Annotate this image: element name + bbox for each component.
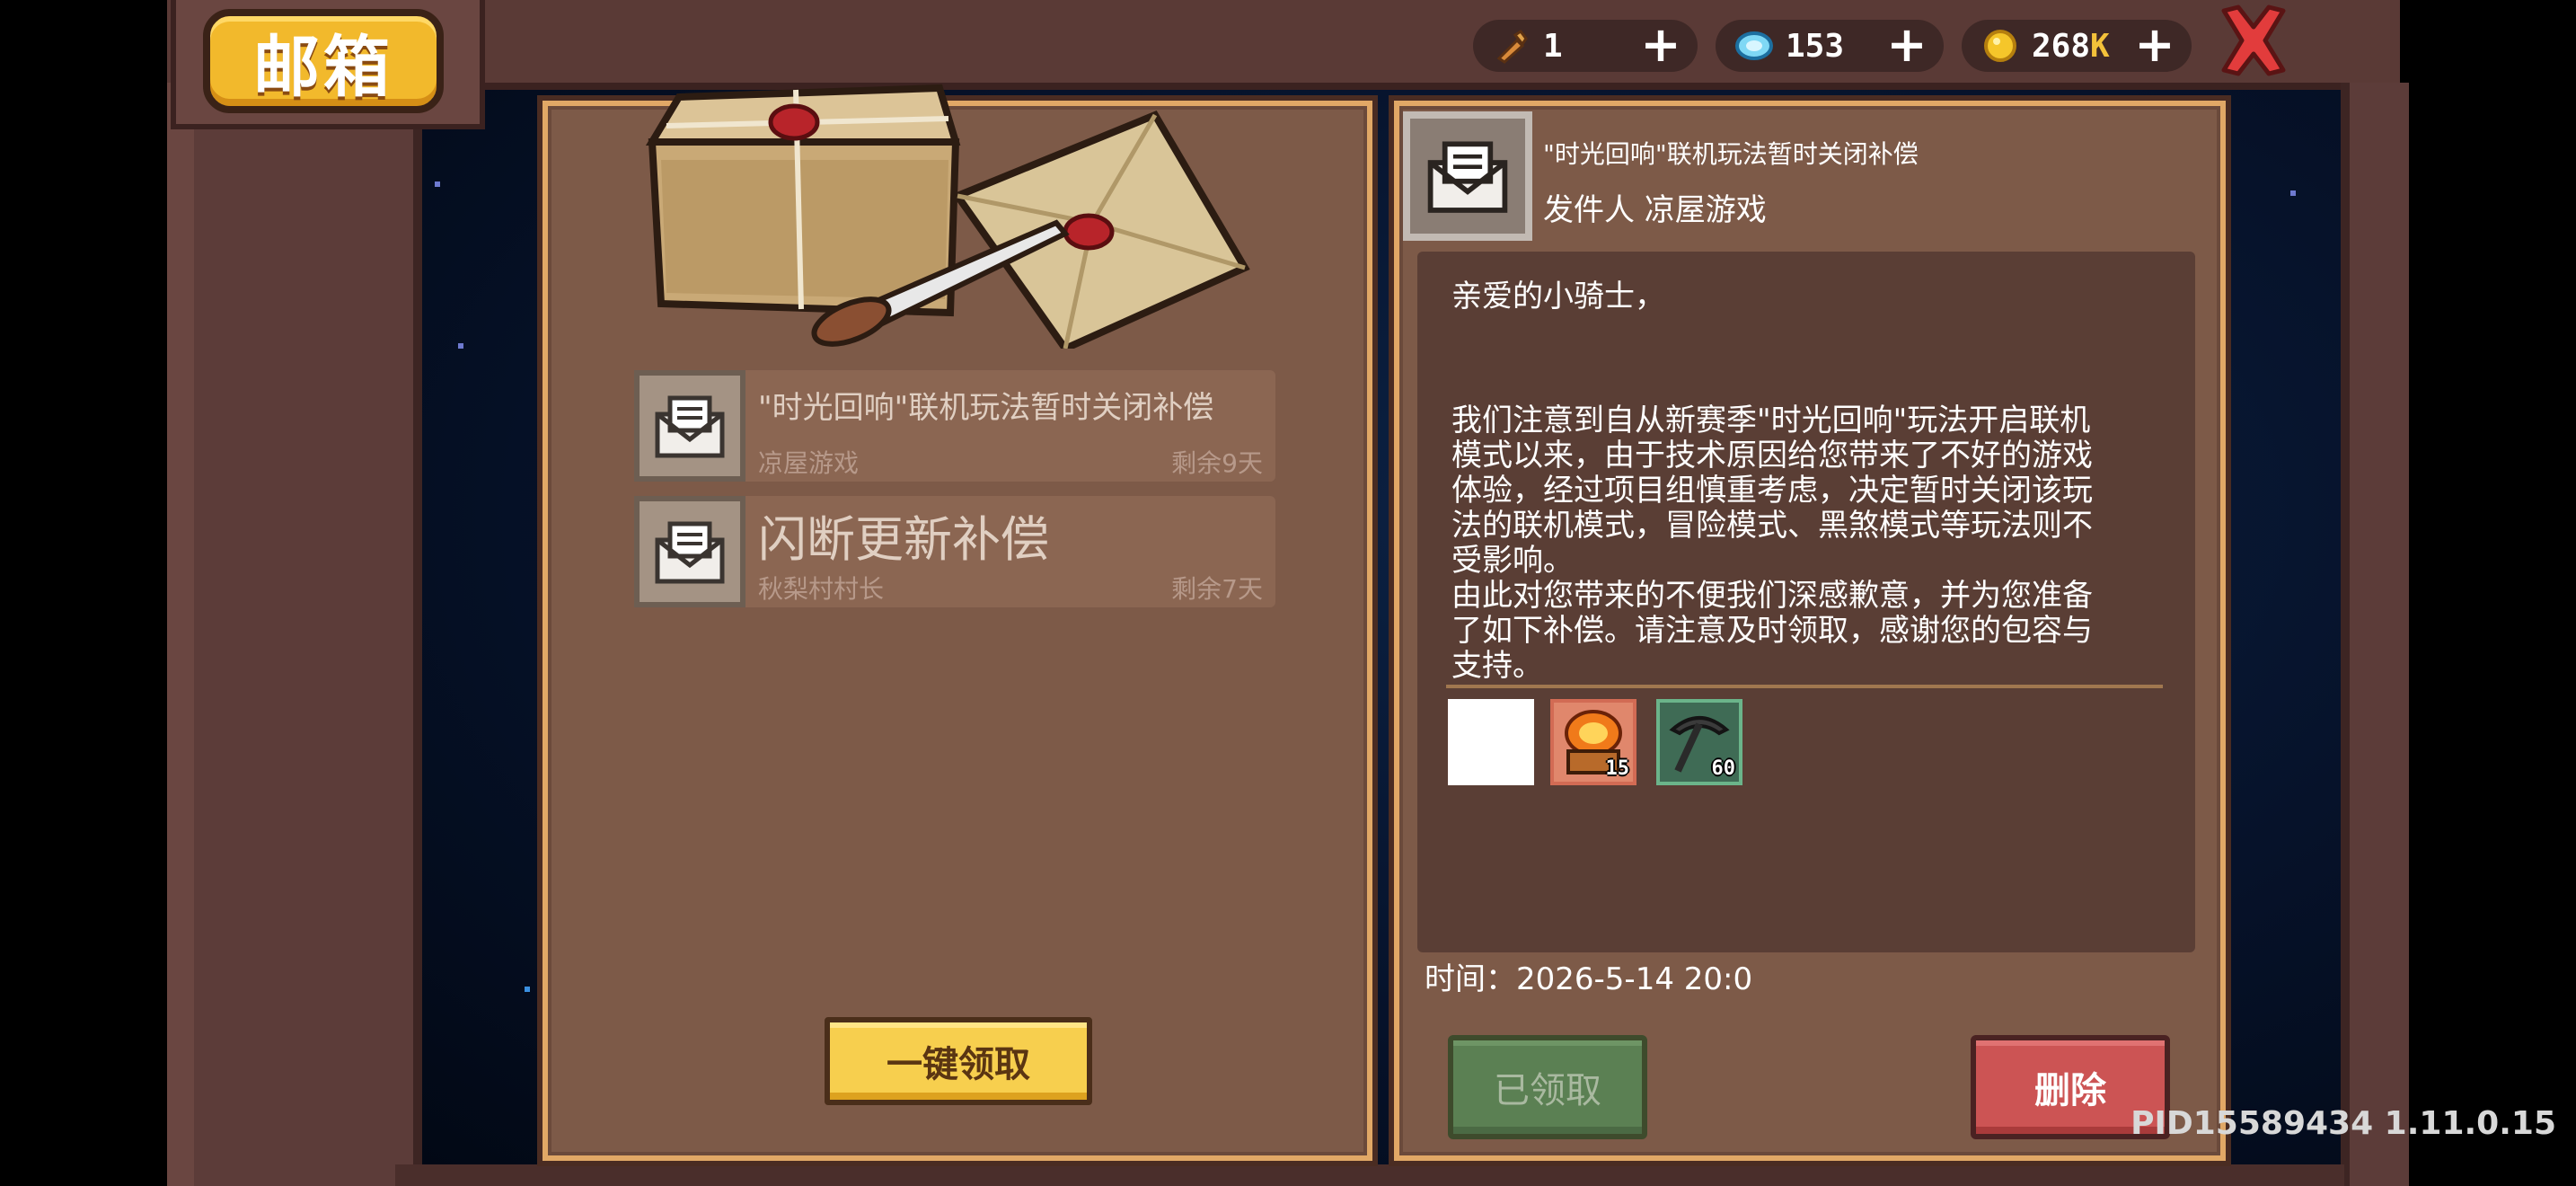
currency-gems: 153 + [1716,20,1944,72]
mail-detail-title: "时光回响"联机玩法暂时关闭补偿 [1543,139,1919,169]
close-button[interactable] [2215,4,2292,77]
reward-count: 60 [1711,757,1736,780]
claim-all-button[interactable]: 一键领取 [825,1017,1092,1105]
star [458,343,463,349]
star [2290,190,2296,196]
body-divider [1446,685,2163,688]
mail-package-illustration [645,84,1250,349]
mail-body-line: 支持。 [1451,648,1543,684]
mail-item-title: "时光回响"联机玩法暂时关闭补偿 [758,390,1214,426]
currency-value: 1 [1543,27,1563,65]
mail-body-line: 了如下补偿。请注意及时领取，感谢您的包容与 [1451,613,2093,649]
mail-item-remaining: 剩余7天 [1171,574,1263,604]
mail-item-title: 闪断更新补偿 [758,511,1049,568]
bottom-frame [395,1164,2344,1186]
add-gems-button[interactable]: + [1886,21,1928,69]
mail-item[interactable]: "时光回响"联机玩法暂时关闭补偿 凉屋游戏 剩余9天 [634,370,1275,482]
close-icon [2221,4,2286,76]
envelope-icon [634,370,745,482]
currency-value: 153 [1786,27,1845,65]
envelope-icon [1403,111,1532,241]
right-frame [2341,83,2409,1186]
mail-item-remaining: 剩余9天 [1171,448,1263,478]
claimed-button[interactable]: 已领取 [1448,1035,1647,1139]
star [525,987,530,992]
mail-item-sender: 秋梨村村长 [758,574,885,604]
pid-version-label: PID15589434 1.11.0.15 [2130,1105,2556,1142]
reward-slot[interactable]: 60 [1656,699,1742,785]
currency-material: 1 + [1473,20,1698,72]
star [435,181,440,187]
add-gold-button[interactable]: + [2134,21,2175,69]
mail-time: 时间：2026-5-14 20:0 [1425,961,1753,997]
blue-gem-icon [1734,25,1775,66]
reward-count: 15 [1605,757,1630,780]
mail-body-line: 亲爱的小骑士， [1451,279,1665,314]
mail-item-sender: 凉屋游戏 [758,448,860,478]
left-frame [194,83,422,1186]
currency-gold: 268K + [1962,20,2192,72]
gold-coin-icon [1980,25,2021,66]
envelope-icon [634,496,745,607]
window-title: 邮箱 [203,9,444,113]
currency-value: 268K [2032,27,2110,65]
carrot-material-icon [1491,25,1532,66]
add-material-button[interactable]: + [1640,21,1681,69]
reward-slot[interactable] [1448,699,1534,785]
reward-slot[interactable]: 15 [1550,699,1636,785]
mail-detail-sender: 发件人 凉屋游戏 [1543,192,1767,228]
mail-item[interactable]: 闪断更新补偿 秋梨村村长 剩余7天 [634,496,1275,607]
